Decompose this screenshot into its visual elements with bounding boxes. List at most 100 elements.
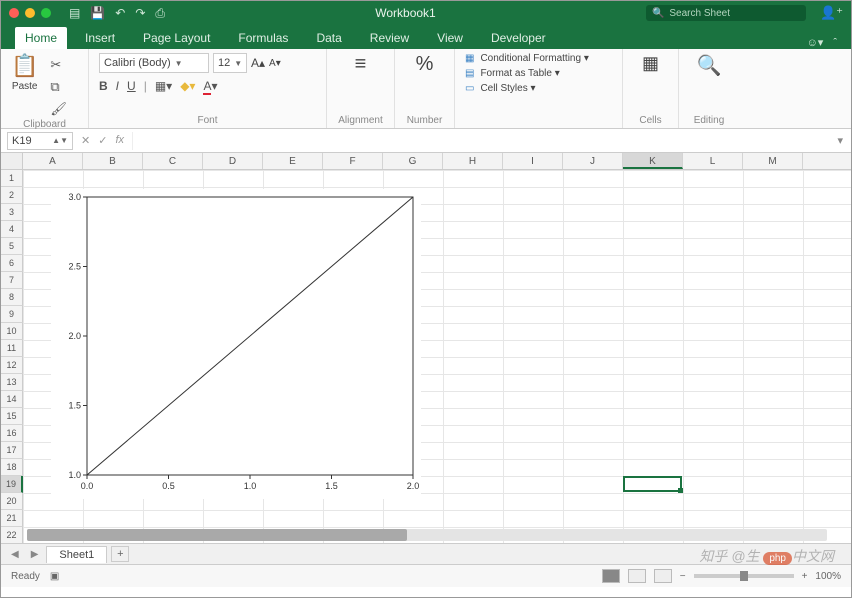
zoom-slider[interactable]: [694, 574, 794, 578]
row-header-4[interactable]: 4: [1, 221, 23, 238]
format-as-table-button[interactable]: Format as Table ▾: [480, 68, 559, 79]
maximize-window-icon[interactable]: [41, 8, 51, 18]
percent-icon[interactable]: %: [416, 53, 434, 76]
row-header-8[interactable]: 8: [1, 289, 23, 306]
close-window-icon[interactable]: [9, 8, 19, 18]
col-header-a[interactable]: A: [23, 153, 83, 169]
bold-button[interactable]: B: [99, 79, 108, 93]
font-size-select[interactable]: 12▼: [213, 53, 247, 73]
row-header-6[interactable]: 6: [1, 255, 23, 272]
format-painter-icon[interactable]: 🖌: [50, 101, 67, 117]
row-header-12[interactable]: 12: [1, 357, 23, 374]
scroll-thumb[interactable]: [27, 529, 407, 541]
col-header-m[interactable]: M: [743, 153, 803, 169]
smile-feedback-icon[interactable]: ☺▾: [807, 36, 824, 49]
col-header-h[interactable]: H: [443, 153, 503, 169]
underline-button[interactable]: U: [127, 79, 136, 93]
minimize-window-icon[interactable]: [25, 8, 35, 18]
row-header-1[interactable]: 1: [1, 170, 23, 187]
tab-formulas[interactable]: Formulas: [228, 27, 298, 49]
row-header-20[interactable]: 20: [1, 493, 23, 510]
italic-button[interactable]: I: [116, 79, 119, 93]
collapse-ribbon-icon[interactable]: ˆ: [833, 37, 837, 49]
conditional-formatting-button[interactable]: Conditional Formatting ▾: [480, 53, 588, 64]
col-header-k[interactable]: K: [623, 153, 683, 169]
zoom-out-button[interactable]: −: [680, 571, 686, 582]
tab-data[interactable]: Data: [306, 27, 351, 49]
font-color-button[interactable]: A▾: [203, 79, 217, 93]
redo-icon[interactable]: ↷: [135, 6, 145, 20]
row-header-22[interactable]: 22: [1, 527, 23, 543]
selected-cell[interactable]: [623, 476, 682, 492]
tab-page-layout[interactable]: Page Layout: [133, 27, 220, 49]
row-header-11[interactable]: 11: [1, 340, 23, 357]
decrease-font-icon[interactable]: A▾: [269, 58, 281, 69]
row-header-9[interactable]: 9: [1, 306, 23, 323]
save-icon[interactable]: 💾: [90, 6, 105, 20]
cells-area[interactable]: 0.00.51.01.52.01.01.52.02.53.0: [23, 170, 851, 543]
alignment-icon[interactable]: ≡: [355, 53, 367, 76]
row-header-19[interactable]: 19: [1, 476, 23, 493]
row-header-18[interactable]: 18: [1, 459, 23, 476]
new-file-icon[interactable]: ▤: [69, 6, 80, 20]
tab-insert[interactable]: Insert: [75, 27, 125, 49]
row-header-17[interactable]: 17: [1, 442, 23, 459]
row-header-10[interactable]: 10: [1, 323, 23, 340]
col-header-f[interactable]: F: [323, 153, 383, 169]
row-header-16[interactable]: 16: [1, 425, 23, 442]
share-icon[interactable]: 👤⁺: [820, 5, 843, 21]
embedded-chart[interactable]: 0.00.51.01.52.01.01.52.02.53.0: [51, 189, 421, 499]
horizontal-scrollbar[interactable]: [27, 529, 827, 543]
tab-home[interactable]: Home: [15, 27, 67, 49]
cell-styles-button[interactable]: Cell Styles ▾: [480, 83, 535, 94]
view-normal-button[interactable]: [602, 569, 620, 583]
col-header-i[interactable]: I: [503, 153, 563, 169]
row-header-14[interactable]: 14: [1, 391, 23, 408]
increase-font-icon[interactable]: A▴: [251, 56, 265, 70]
paste-button[interactable]: Paste: [12, 81, 38, 92]
search-sheet-input[interactable]: 🔍 Search Sheet: [646, 5, 806, 21]
add-sheet-button[interactable]: +: [111, 546, 129, 562]
macro-record-icon[interactable]: ▣: [50, 571, 59, 582]
col-header-g[interactable]: G: [383, 153, 443, 169]
col-header-b[interactable]: B: [83, 153, 143, 169]
col-header-c[interactable]: C: [143, 153, 203, 169]
sheet-nav-next[interactable]: ▶: [27, 549, 43, 560]
col-header-e[interactable]: E: [263, 153, 323, 169]
row-header-5[interactable]: 5: [1, 238, 23, 255]
row-header-21[interactable]: 21: [1, 510, 23, 527]
border-button[interactable]: ▦▾: [155, 79, 172, 93]
sheet-tab-sheet1[interactable]: Sheet1: [46, 546, 107, 563]
row-header-13[interactable]: 13: [1, 374, 23, 391]
undo-icon[interactable]: ↶: [115, 6, 125, 20]
font-name-select[interactable]: Calibri (Body)▼: [99, 53, 209, 73]
name-box[interactable]: K19▲▼: [7, 132, 73, 150]
view-page-break-button[interactable]: [654, 569, 672, 583]
col-header-l[interactable]: L: [683, 153, 743, 169]
cancel-formula-icon[interactable]: ✕: [81, 134, 90, 147]
find-icon[interactable]: 🔍: [697, 53, 722, 78]
row-header-7[interactable]: 7: [1, 272, 23, 289]
paste-icon[interactable]: 📋: [11, 53, 38, 79]
row-header-15[interactable]: 15: [1, 408, 23, 425]
fill-color-button[interactable]: ◆▾: [180, 79, 195, 93]
tab-developer[interactable]: Developer: [481, 27, 556, 49]
cut-icon[interactable]: ✂: [50, 57, 67, 73]
row-header-3[interactable]: 3: [1, 204, 23, 221]
view-page-layout-button[interactable]: [628, 569, 646, 583]
formula-input[interactable]: [132, 132, 829, 150]
select-all-corner[interactable]: [1, 153, 23, 169]
zoom-in-button[interactable]: +: [802, 571, 808, 582]
print-icon[interactable]: ⎙: [155, 6, 165, 21]
fx-label[interactable]: fx: [115, 134, 124, 147]
tab-review[interactable]: Review: [360, 27, 419, 49]
col-header-d[interactable]: D: [203, 153, 263, 169]
row-header-2[interactable]: 2: [1, 187, 23, 204]
sheet-nav-prev[interactable]: ◀: [7, 549, 23, 560]
expand-formula-icon[interactable]: ▾: [829, 134, 851, 147]
enter-formula-icon[interactable]: ✓: [98, 134, 107, 147]
col-header-j[interactable]: J: [563, 153, 623, 169]
cells-icon[interactable]: ▦: [642, 53, 659, 74]
worksheet-grid[interactable]: A B C D E F G H I J K L M 12345678910111…: [1, 153, 851, 543]
zoom-level[interactable]: 100%: [815, 571, 841, 582]
